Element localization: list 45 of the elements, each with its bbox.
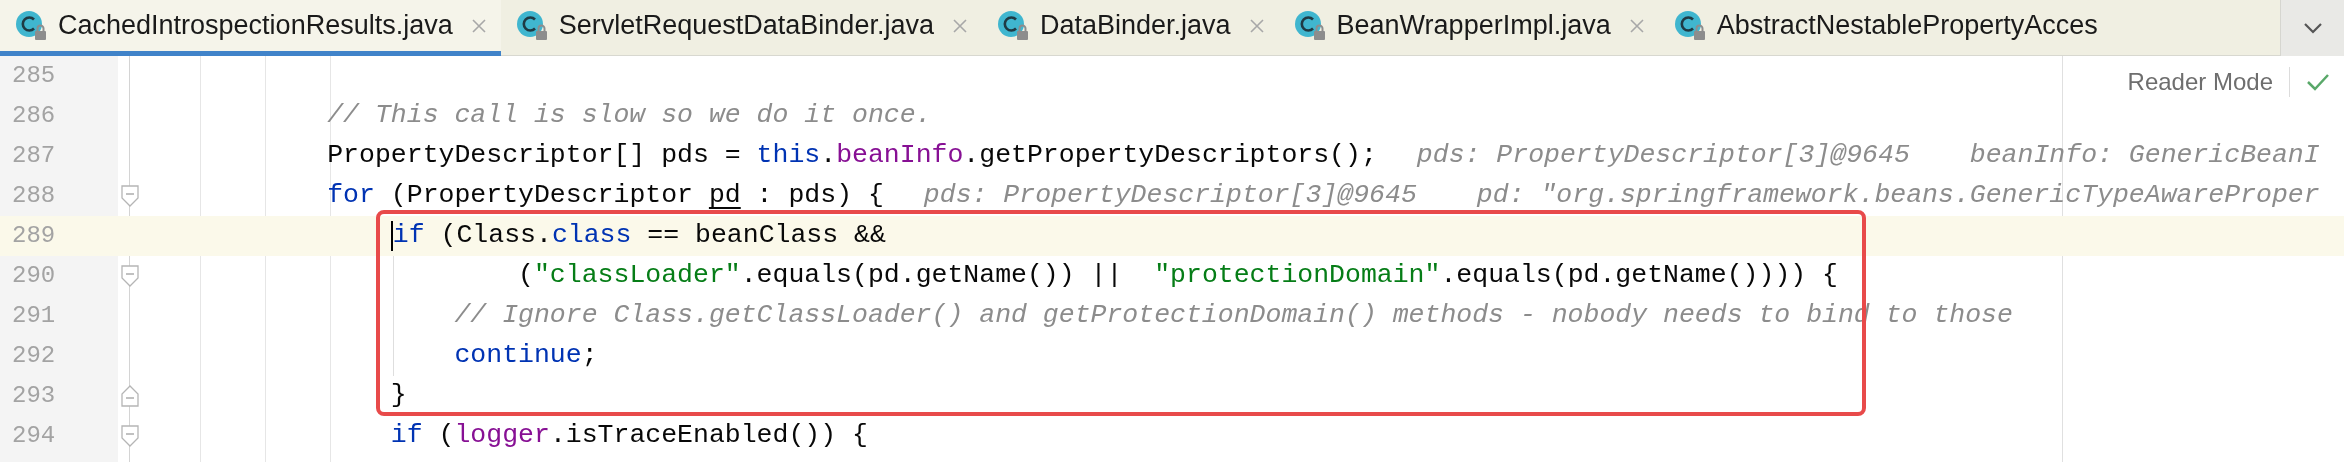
editor-tab[interactable]: DataBinder.java xyxy=(981,0,1279,56)
line-number: 291 xyxy=(11,301,57,331)
line-number: 293 xyxy=(11,381,57,411)
fold-icon[interactable] xyxy=(121,265,139,287)
inlay-hint: pd: "org.springframework.beans.GenericTypeAwareProper xyxy=(1476,179,2320,213)
tab-list-button[interactable] xyxy=(2280,0,2344,56)
code-line: } xyxy=(389,379,407,413)
editor-tab[interactable]: AbstractNestablePropertyAcces xyxy=(1658,0,2112,56)
text-cursor xyxy=(390,221,393,251)
code-line: PropertyDescriptor[] pds = this.beanInfo.getPropertyDescriptors(); xyxy=(326,139,1377,173)
line-number: 286 xyxy=(11,101,57,131)
code-line: for (PropertyDescriptor pd : pds) { xyxy=(326,179,884,213)
line-number: 294 xyxy=(11,421,57,451)
code-line: if (Class.class == beanClass && xyxy=(392,219,886,253)
inlay-hint: beanInfo: GenericBeanI xyxy=(1969,139,2320,173)
class-file-icon xyxy=(14,8,48,43)
close-icon[interactable] xyxy=(470,17,487,34)
code-line: // This call is slow so we do it once. xyxy=(326,99,932,133)
chevron-down-icon xyxy=(2302,22,2323,34)
editor-tab[interactable]: CachedIntrospectionResults.java xyxy=(0,0,501,56)
fold-icon[interactable] xyxy=(121,185,139,207)
code-line: if (logger.isTraceEnabled()) { xyxy=(389,419,868,453)
code-line: ("classLoader".equals(pd.getName()) || "protectionDomain".equals(pd.getName()))) { xyxy=(517,259,1838,293)
class-file-icon xyxy=(514,8,549,43)
inlay-hint: pds: PropertyDescriptor[3]@9645 xyxy=(1416,139,1910,173)
class-file-icon xyxy=(1672,8,1707,43)
close-icon[interactable] xyxy=(951,17,968,34)
class-file-icon xyxy=(995,8,1030,43)
fold-icon[interactable] xyxy=(121,385,139,407)
editor-tab[interactable]: BeanWrapperImpl.java xyxy=(1278,0,1659,56)
check-icon xyxy=(2306,72,2330,92)
reader-mode-button[interactable]: Reader Mode xyxy=(2127,64,2273,100)
fold-icon[interactable] xyxy=(121,425,139,447)
line-number: 287 xyxy=(11,141,57,171)
code-line: continue; xyxy=(453,339,598,373)
line-number: 292 xyxy=(11,341,57,371)
close-icon[interactable] xyxy=(1248,17,1265,34)
editor-tab[interactable]: ServletRequestDataBinder.java xyxy=(500,0,982,56)
line-number: 285 xyxy=(11,61,57,91)
class-file-icon xyxy=(1292,8,1327,43)
close-icon[interactable] xyxy=(1628,17,1645,34)
line-number: 289 xyxy=(11,221,57,251)
line-number: 288 xyxy=(11,181,57,211)
line-number: 290 xyxy=(11,261,57,291)
inlay-hint: pds: PropertyDescriptor[3]@9645 xyxy=(923,179,1417,213)
